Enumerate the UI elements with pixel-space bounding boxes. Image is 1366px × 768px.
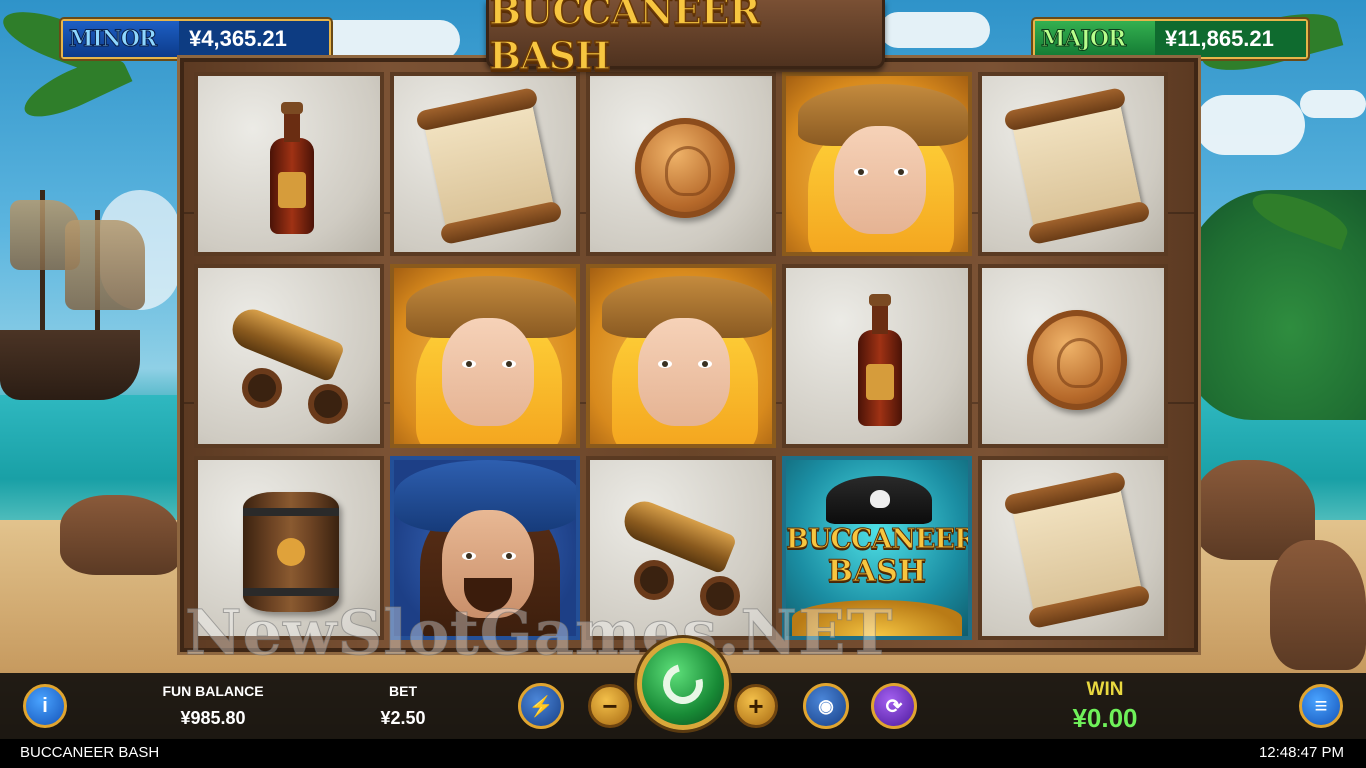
- win-value: ¥0.00: [1072, 703, 1138, 733]
- scroll-icon: [1010, 95, 1144, 237]
- treasure-map-symbol: [390, 72, 580, 256]
- decrease-bet-button[interactable]: −: [588, 684, 632, 728]
- pirate-woman-symbol: [586, 264, 776, 448]
- scatter-line-1: BUCCANEER: [786, 524, 972, 556]
- minor-jackpot-value: ¥4,365.21: [179, 21, 329, 57]
- coin-value-button[interactable]: ◉: [803, 683, 849, 729]
- coin-stack-icon: ◉: [818, 695, 834, 716]
- coin-icon: [1027, 310, 1127, 410]
- increase-bet-button[interactable]: +: [734, 684, 778, 728]
- reel-grid: BUCCANEER BASH: [194, 72, 1168, 640]
- bet-label: BET: [389, 683, 417, 699]
- win-label: WIN: [1086, 679, 1124, 700]
- scatter-line-2: BASH: [827, 554, 927, 589]
- spin-arrow-icon: [655, 656, 711, 712]
- footer-clock: 12:48:47 PM: [1258, 744, 1344, 761]
- info-button[interactable]: i: [23, 684, 67, 728]
- footer-bar: [0, 739, 1366, 768]
- rum-bottle-icon: [858, 294, 902, 426]
- plus-icon: +: [748, 690, 764, 721]
- major-jackpot-value: ¥11,865.21: [1155, 21, 1306, 57]
- pirate-woman-symbol: [390, 264, 580, 448]
- spin-button[interactable]: [637, 638, 729, 730]
- turbo-button[interactable]: ⚡: [518, 683, 564, 729]
- pirate-woman-face: [834, 126, 926, 234]
- rum-bottle-symbol: [782, 264, 972, 448]
- scroll-icon: [422, 95, 556, 237]
- gold-coin-symbol: [586, 72, 776, 256]
- cannon-icon: [618, 495, 738, 575]
- pirate-woman-face: [638, 318, 730, 426]
- balance-label: FUN BALANCE: [162, 683, 264, 699]
- footer-game-title: BUCCANEER BASH: [20, 744, 160, 761]
- rum-bottle-icon: [270, 102, 314, 234]
- game-title: BUCCANEER BASH: [488, 0, 761, 79]
- balance-value: ¥985.80: [180, 708, 246, 728]
- menu-icon: ≡: [1314, 693, 1328, 718]
- major-jackpot: MAJOR ¥11,865.21: [1033, 19, 1308, 59]
- autoplay-button[interactable]: ⟳: [871, 683, 917, 729]
- major-jackpot-label: MAJOR: [1035, 21, 1155, 57]
- pirate-woman-symbol: [782, 72, 972, 256]
- cannon-icon: [226, 303, 346, 383]
- pirate-woman-face: [442, 318, 534, 426]
- reel-frame: BUCCANEER BASH: [180, 58, 1198, 652]
- scatter-logo: BUCCANEER BASH: [786, 524, 972, 589]
- watermark: NewSlotGames.NET: [185, 596, 894, 670]
- bet-value: ¥2.50: [380, 708, 426, 728]
- game-title-sign: BUCCANEER BASH: [486, 0, 885, 79]
- info-icon: i: [42, 694, 48, 717]
- coin-icon: [635, 118, 735, 218]
- menu-button[interactable]: ≡: [1299, 684, 1343, 728]
- cannon-symbol: [194, 264, 384, 448]
- minor-jackpot: MINOR ¥4,365.21: [61, 19, 331, 59]
- gold-coin-symbol: [978, 264, 1168, 448]
- minor-jackpot-label: MINOR: [63, 21, 179, 57]
- scroll-icon: [1010, 479, 1144, 621]
- minus-icon: −: [602, 690, 618, 721]
- lightning-icon: ⚡: [528, 695, 554, 718]
- treasure-map-symbol: [978, 456, 1168, 640]
- barrel-icon: [243, 492, 339, 612]
- skull-icon: [870, 490, 890, 508]
- rum-bottle-symbol: [194, 72, 384, 256]
- treasure-map-symbol: [978, 72, 1168, 256]
- autoplay-icon: ⟳: [885, 695, 903, 718]
